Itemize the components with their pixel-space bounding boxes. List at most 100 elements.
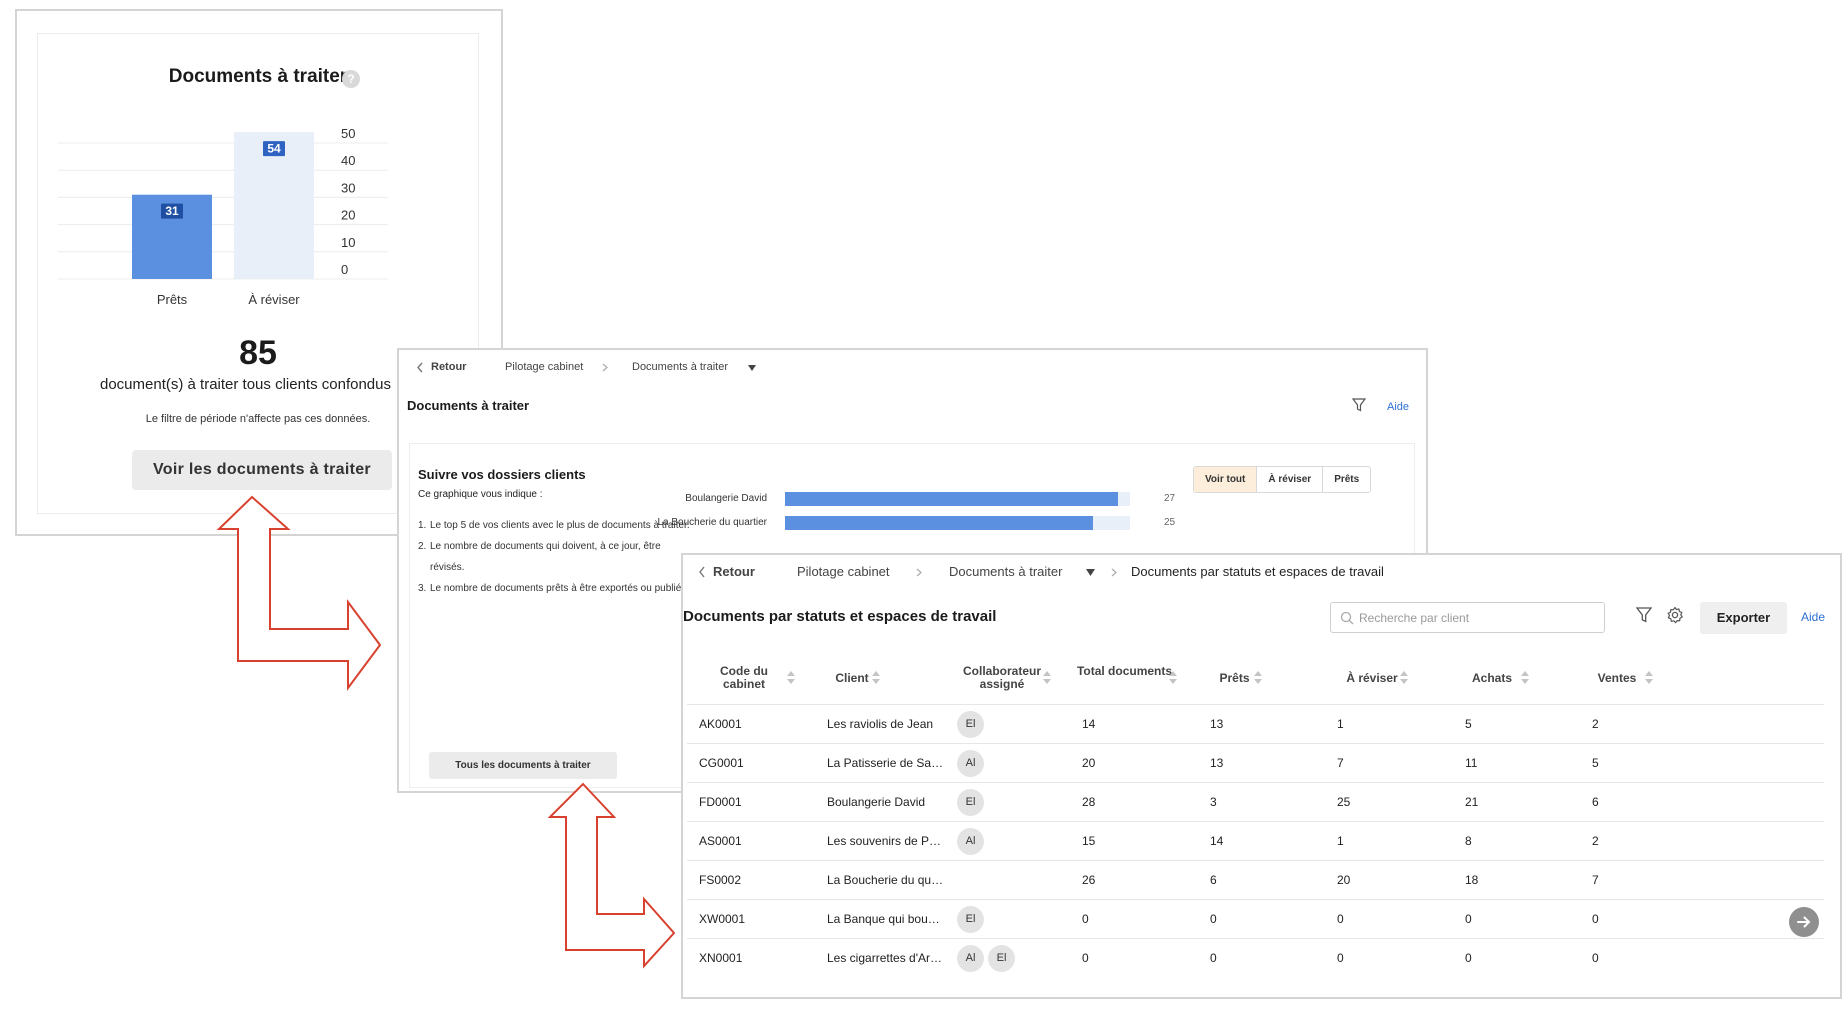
search-input[interactable] — [1359, 608, 1599, 628]
cell-total: 14 — [1082, 717, 1096, 731]
chevron-right-icon — [916, 568, 922, 577]
breadcrumb-documents[interactable]: Documents à traiter — [949, 564, 1062, 579]
x-category-label: À réviser — [248, 292, 300, 307]
export-button[interactable]: Exporter — [1700, 602, 1787, 634]
sort-icon[interactable] — [872, 671, 880, 684]
bar-value-label: 31 — [165, 204, 179, 218]
breadcrumb-documents[interactable]: Documents à traiter — [632, 361, 728, 373]
help-link[interactable]: Aide — [1801, 610, 1825, 624]
cell-achats: 0 — [1465, 912, 1472, 926]
cell-ventes: 7 — [1592, 873, 1599, 887]
cell-client: Les cigarrettes d'Ar… — [827, 951, 943, 965]
status-toggle: Voir tout À réviser Prêts — [1193, 466, 1372, 493]
column-header[interactable]: Code du cabinet — [699, 665, 789, 691]
cell-achats: 21 — [1465, 795, 1479, 809]
cell-client: La Patisserie de Sa… — [827, 756, 944, 770]
cell-reviser: 0 — [1337, 912, 1344, 926]
table-row[interactable]: XW0001 La Banque qui bou… El 0 0 0 0 0 — [687, 899, 1824, 938]
client-search[interactable] — [1330, 602, 1605, 633]
table-row[interactable]: FD0001 Boulangerie David El 28 3 25 21 6 — [687, 782, 1824, 821]
help-link[interactable]: Aide — [1387, 401, 1409, 413]
avatar[interactable]: El — [957, 711, 984, 738]
avatar[interactable]: El — [988, 945, 1015, 972]
column-header[interactable]: Total documents — [1072, 665, 1177, 678]
table-row[interactable]: FS0002 La Boucherie du qu… 26 6 20 18 7 — [687, 860, 1824, 899]
cell-prets: 3 — [1210, 795, 1217, 809]
avatar[interactable]: Al — [957, 750, 984, 777]
toggle-to-review[interactable]: À réviser — [1257, 467, 1324, 492]
caret-down-icon[interactable] — [748, 365, 756, 371]
cell-client: La Banque qui bou… — [827, 912, 940, 926]
hbar-track — [785, 492, 1130, 506]
cell-client: Boulangerie David — [827, 795, 926, 809]
filter-icon[interactable] — [1352, 398, 1366, 412]
toggle-ready[interactable]: Prêts — [1323, 467, 1370, 492]
column-header[interactable]: Collaborateur assigné — [957, 665, 1047, 691]
sort-icon[interactable] — [1254, 671, 1262, 684]
y-tick-label: 10 — [341, 235, 355, 250]
sort-icon[interactable] — [1169, 671, 1177, 684]
cell-ventes: 0 — [1592, 912, 1599, 926]
question-icon[interactable]: ? — [342, 70, 360, 88]
sort-icon[interactable] — [1521, 671, 1529, 684]
hbar-category-label: Boulangerie David — [685, 493, 767, 504]
avatar[interactable]: El — [957, 789, 984, 816]
y-tick-label: 0 — [341, 262, 348, 277]
cell-prets: 14 — [1210, 834, 1224, 848]
cell-ventes: 5 — [1592, 756, 1599, 770]
cell-achats: 8 — [1465, 834, 1472, 848]
cell-total: 15 — [1082, 834, 1096, 848]
cell-achats: 0 — [1465, 951, 1472, 965]
cell-code: AS0001 — [699, 834, 742, 848]
breadcrumb-pilotage[interactable]: Pilotage cabinet — [797, 564, 890, 579]
x-category-label: Prêts — [157, 292, 188, 307]
chevron-left-icon[interactable] — [416, 362, 424, 373]
gear-icon[interactable] — [1666, 606, 1684, 624]
toggle-all[interactable]: Voir tout — [1194, 467, 1258, 492]
panel-title: Documents à traiter — [168, 66, 348, 87]
cell-prets: 13 — [1210, 717, 1224, 731]
all-documents-button[interactable]: Tous les documents à traiter — [429, 752, 617, 779]
avatar[interactable]: Al — [957, 828, 984, 855]
cell-reviser: 0 — [1337, 951, 1344, 965]
sort-icon[interactable] — [1043, 671, 1051, 684]
cell-client: La Boucherie du qu… — [827, 873, 944, 887]
cell-ventes: 6 — [1592, 795, 1599, 809]
y-tick-label: 40 — [341, 153, 355, 168]
caret-down-icon[interactable] — [1086, 569, 1095, 576]
back-link[interactable]: Retour — [431, 361, 466, 373]
table-row[interactable]: AK0001 Les raviolis de Jean El 14 13 1 5 2 — [687, 704, 1824, 743]
avatar[interactable]: Al — [957, 945, 984, 972]
cell-prets: 6 — [1210, 873, 1217, 887]
hbar-value-label: 25 — [1164, 517, 1176, 528]
section-title: Suivre vos dossiers clients — [418, 467, 586, 482]
y-tick-label: 50 — [341, 126, 355, 141]
y-tick-label: 30 — [341, 180, 355, 195]
chevron-left-icon[interactable] — [698, 566, 706, 578]
sort-icon[interactable] — [1645, 671, 1653, 684]
filter-icon[interactable] — [1636, 607, 1652, 623]
search-icon — [1340, 611, 1354, 625]
table-row[interactable]: AS0001 Les souvenirs de P… Al 15 14 1 8 2 — [687, 821, 1824, 860]
column-header[interactable]: Ventes — [1582, 672, 1652, 685]
breadcrumb-pilotage[interactable]: Pilotage cabinet — [505, 361, 583, 373]
sort-icon[interactable] — [787, 671, 795, 684]
sort-icon[interactable] — [1400, 671, 1408, 684]
hbar — [785, 516, 1094, 530]
list-item: 2. Le nombre de documents qui doivent, à … — [418, 541, 661, 573]
cell-total: 20 — [1082, 756, 1096, 770]
column-header[interactable]: Achats — [1452, 672, 1532, 685]
back-link[interactable]: Retour — [713, 564, 755, 579]
cell-code: XW0001 — [699, 912, 746, 926]
table-row[interactable]: CG0001 La Patisserie de Sa… Al 20 13 7 11 5 — [687, 743, 1824, 782]
cell-total: 28 — [1082, 795, 1096, 809]
avatar[interactable]: El — [957, 906, 984, 933]
view-documents-button[interactable]: Voir les documents à traiter — [132, 450, 392, 490]
scroll-right-button[interactable] — [1789, 907, 1819, 937]
hbar-value-label: 27 — [1164, 493, 1176, 504]
table-row[interactable]: XN0001 Les cigarrettes d'Ar… Al El 0 0 0 0 0 — [687, 938, 1824, 977]
cell-ventes: 2 — [1592, 834, 1599, 848]
cell-total: 0 — [1082, 951, 1089, 965]
y-tick-label: 20 — [341, 208, 355, 223]
double-arrow-icon — [547, 782, 676, 969]
